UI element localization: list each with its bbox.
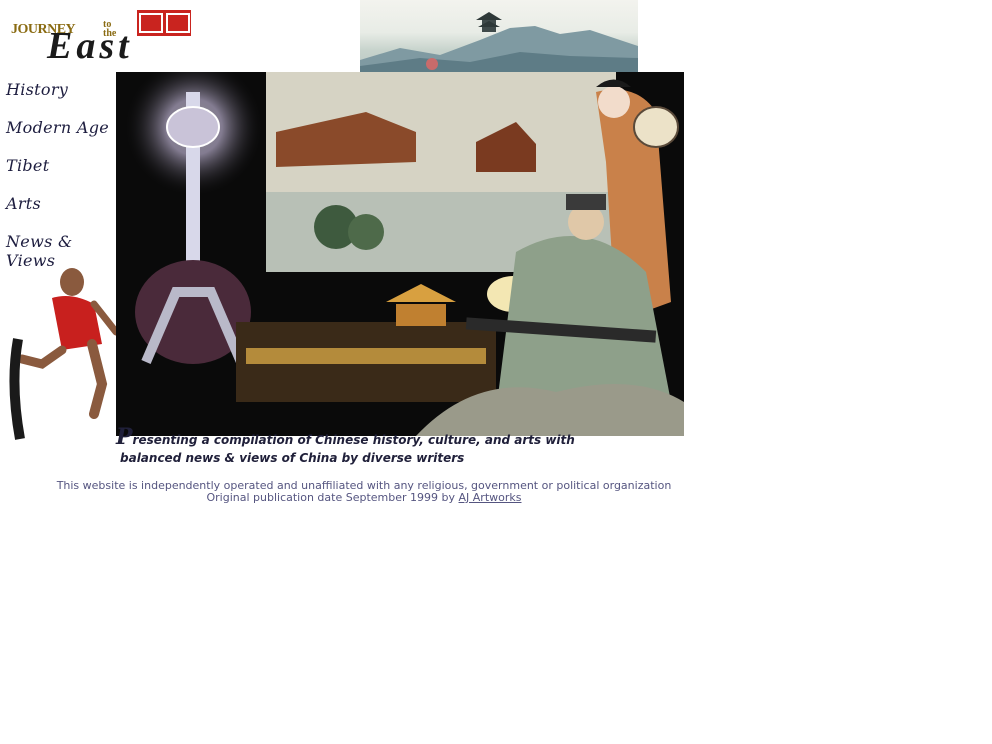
site-tagline: Presenting a compilation of Chinese hist… — [116, 424, 676, 467]
tagline-dropcap: P — [116, 424, 133, 450]
tagline-line-1: resenting a compilation of Chinese histo… — [132, 433, 575, 447]
main-navigation: History Modern Age Tibet Arts News & Vie… — [6, 80, 118, 270]
pagoda-landscape-banner — [360, 0, 638, 72]
chinese-seal-icon — [137, 10, 191, 36]
tagline-line-2: balanced news & views of China by divers… — [120, 451, 465, 465]
publication-date-text: Original publication date September 1999… — [206, 491, 456, 504]
collage-illustration — [124, 72, 684, 436]
nav-arts-link[interactable]: Arts — [6, 194, 118, 232]
chinese-culture-collage — [116, 72, 684, 436]
logo-word-east: East — [47, 25, 133, 67]
nav-modern-age-link[interactable]: Modern Age — [6, 118, 118, 156]
nav-history-link[interactable]: History — [6, 80, 118, 118]
publication-note: Original publication date September 1999… — [0, 492, 728, 504]
mountain-pagoda-illustration — [360, 12, 638, 72]
site-logo[interactable]: JOURNEY to the East — [7, 8, 195, 66]
aj-artworks-link[interactable]: AJ Artworks — [459, 491, 522, 504]
page-footer: This website is independently operated a… — [0, 480, 728, 504]
hurdler-athlete-photo — [2, 264, 120, 444]
nav-tibet-link[interactable]: Tibet — [6, 156, 118, 194]
